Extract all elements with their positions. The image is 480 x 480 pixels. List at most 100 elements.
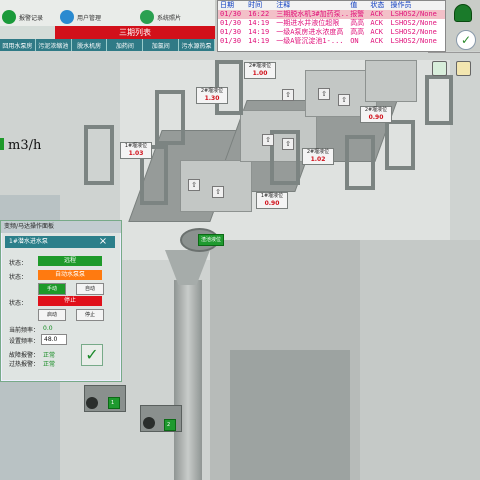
- gate-up-arrow-icon[interactable]: ⇧: [318, 88, 330, 100]
- cell: ACK: [370, 37, 384, 45]
- cell: 高高: [350, 28, 365, 36]
- gate-up-arrow-icon[interactable]: ⇧: [338, 94, 350, 106]
- gate-value: 0.90: [264, 200, 280, 207]
- gate-value-panel-1[interactable]: 2#堰液位 1.00: [244, 62, 276, 79]
- gate-3: [155, 90, 185, 145]
- pump-motor-icon: [143, 417, 155, 429]
- gate-value-panel-5[interactable]: 2#堰液位 1.02: [302, 148, 334, 165]
- status-label-1: 状态：: [9, 260, 28, 267]
- pipe-vertical: [174, 280, 202, 480]
- cell: 01/30: [220, 19, 242, 27]
- alarm-header-row: 日期 时间 注释 值 状态 操作员: [218, 1, 445, 10]
- left-basin: [230, 350, 350, 480]
- alarm-record-icon: [2, 10, 16, 24]
- auto-button[interactable]: 自动: [76, 283, 104, 295]
- stop-button[interactable]: 停止: [76, 309, 104, 321]
- area-navbar: 回用水泵房 污泥浓缩池 脱水机房 加药间 加氯间 污水源热泵: [0, 39, 215, 51]
- system-photo-label: 系统照片: [157, 14, 182, 22]
- remote-status: 远程: [38, 256, 102, 266]
- gate-label: 1#堰液位: [260, 193, 284, 199]
- nav-heat-pump[interactable]: 污水源热泵: [179, 39, 215, 51]
- system-photo-button[interactable]: 系统照片: [140, 6, 181, 28]
- table-row[interactable]: 01/30 16:22 三期脱水机3#加药泵... 报警 ACK LSHOS2/…: [218, 10, 445, 19]
- phase-list-button[interactable]: 三期列表: [55, 26, 215, 39]
- gate-value-panel-3[interactable]: 1#堰液位 1.03: [120, 142, 152, 159]
- alarm-record-button[interactable]: 报警记录: [2, 6, 43, 28]
- cell: ON: [350, 37, 359, 45]
- cell: 01/30: [220, 37, 242, 45]
- cell: LSHOS2/None: [390, 28, 437, 36]
- gate-value-panel-2[interactable]: 2#堰液位 1.30: [196, 87, 228, 104]
- cell: 01/30: [220, 28, 242, 36]
- gate-up-arrow-icon[interactable]: ⇧: [282, 89, 294, 101]
- gate-value-panel-6[interactable]: 1#堰液位 0.90: [256, 192, 288, 209]
- pump-tag-1[interactable]: 1: [108, 397, 120, 409]
- nav-dewatering-house[interactable]: 脱水机房: [72, 39, 108, 51]
- gate-up-arrow-icon[interactable]: ⇧: [282, 138, 294, 150]
- alarm-col-value: 值: [348, 1, 369, 10]
- gate-8: [425, 75, 453, 125]
- current-freq-value: 0.0: [43, 325, 53, 332]
- gate-up-arrow-icon[interactable]: ⇧: [262, 134, 274, 146]
- cell: 高高: [350, 19, 365, 27]
- status-label-2: 状态：: [9, 274, 28, 281]
- cell: 一期进水井液位超限: [276, 19, 340, 27]
- gate-7: [385, 120, 415, 170]
- fault-alarm-value: 正常: [43, 352, 56, 359]
- table-row[interactable]: 01/30 14:19 一级A管沉淀池1-... ON ACK LSHOS2/N…: [218, 37, 445, 46]
- window-restore-icon[interactable]: [432, 61, 447, 76]
- cell: ACK: [370, 19, 384, 27]
- start-button[interactable]: 启动: [38, 309, 66, 321]
- table-row[interactable]: 01/30 14:19 一级A泵房进水浓度高 高高 ACK LSHOS2/Non…: [218, 28, 445, 37]
- cell: 一级A泵房进水浓度高: [276, 28, 344, 36]
- alarm-col-time: 时间: [246, 1, 275, 10]
- gate-label: 2#堰液位: [306, 149, 330, 155]
- cell: ACK: [368, 10, 389, 19]
- cell: LSHOS2/None: [390, 37, 437, 45]
- fault-alarm-label: 故障报警：: [9, 352, 40, 359]
- confirm-check-icon[interactable]: ✓: [81, 344, 103, 366]
- gate-label: 2#堰液位: [248, 63, 272, 69]
- overload-alarm-value: 正常: [43, 361, 56, 368]
- level-tag[interactable]: 渣池液位: [198, 234, 225, 246]
- table-row[interactable]: 01/30 14:19 一期进水井液位超限 高高 ACK LSHOS2/None: [218, 19, 445, 28]
- gate-6: [345, 135, 375, 190]
- acknowledge-check-icon[interactable]: ✓: [456, 30, 476, 50]
- nav-chlorination-room[interactable]: 加氯间: [143, 39, 180, 51]
- pump-motor-icon: [86, 397, 98, 409]
- nav-reuse-pump-house[interactable]: 回用水泵房: [0, 39, 36, 51]
- side-divider: [428, 52, 480, 53]
- document-icon[interactable]: [456, 61, 471, 76]
- motor-control-panel: 变频/马达操作面板 1#潜水进水泵 × 状态： 远程 状态： 自动水泵泵 手动 …: [0, 220, 122, 382]
- gate-up-arrow-icon[interactable]: ⇧: [212, 186, 224, 198]
- gate-up-arrow-icon[interactable]: ⇧: [188, 179, 200, 191]
- alarm-bell-icon[interactable]: [454, 4, 472, 22]
- alarm-col-status: 状态: [368, 1, 389, 10]
- nav-sludge-thickener[interactable]: 污泥浓缩池: [36, 39, 72, 51]
- gate-value: 1.03: [128, 150, 144, 157]
- user-icon: [60, 10, 74, 24]
- cell: 三期脱水机3#加药泵...: [274, 10, 349, 19]
- flow-indicator-dot: [0, 138, 4, 150]
- alarm-record-label: 报警记录: [19, 14, 44, 22]
- set-freq-input[interactable]: 48.0: [41, 334, 67, 345]
- gate-value-panel-4[interactable]: 2#堰液位 0.90: [360, 106, 392, 123]
- gate-value: 1.30: [204, 95, 220, 102]
- gate-value: 1.00: [252, 70, 268, 77]
- cell: LSHOS2/None: [390, 19, 437, 27]
- pump-tag-2[interactable]: 2: [164, 419, 176, 431]
- user-management-label: 用户管理: [77, 14, 102, 22]
- cell: 14:19: [248, 19, 270, 27]
- gate-1: [84, 125, 114, 185]
- gate-value: 1.02: [310, 156, 326, 163]
- overload-alarm-label: 过热报警：: [9, 361, 40, 368]
- cell: 报警: [348, 10, 369, 19]
- alarm-table[interactable]: 日期 时间 注释 值 状态 操作员 01/30 16:22 三期脱水机3#加药泵…: [217, 0, 446, 52]
- cell: 14:19: [248, 37, 270, 45]
- manual-button[interactable]: 手动: [38, 283, 66, 295]
- nav-dosing-room[interactable]: 加药间: [107, 39, 144, 51]
- alarm-col-date: 日期: [218, 1, 247, 10]
- user-management-button[interactable]: 用户管理: [60, 6, 101, 28]
- close-icon[interactable]: ×: [97, 236, 109, 248]
- cell: 16:22: [246, 10, 275, 19]
